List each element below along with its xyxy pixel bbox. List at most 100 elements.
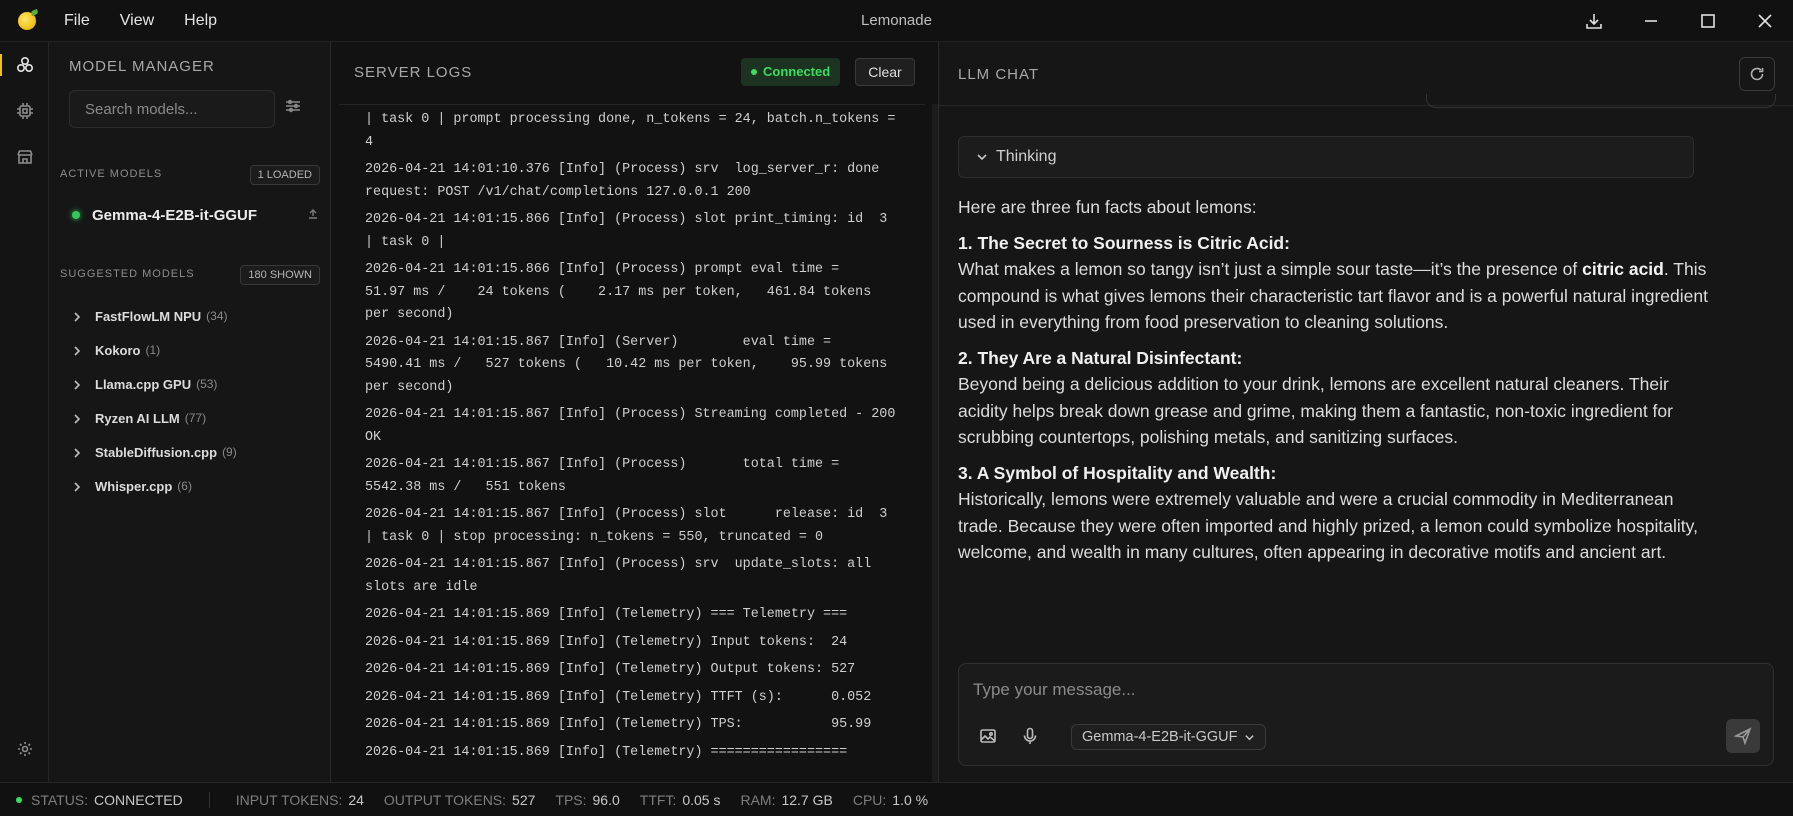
connected-dot [751, 69, 757, 75]
chip-icon [16, 103, 33, 119]
download-button[interactable] [1565, 0, 1622, 42]
chevron-right-icon [71, 344, 83, 356]
attach-image-button[interactable] [976, 724, 1000, 748]
model-manager-title: MODEL MANAGER [69, 58, 215, 75]
refresh-icon [1750, 67, 1764, 81]
message-composer: Gemma-4-E2B-it-GGUF [958, 663, 1774, 766]
server-logs-panel: SERVER LOGS Connected Clear | task 0 | p… [331, 42, 939, 782]
assistant-message: Here are three fun facts about lemons: 1… [958, 194, 1718, 575]
thinking-toggle[interactable]: Thinking [958, 136, 1694, 178]
maximize-button[interactable] [1679, 0, 1736, 42]
status-connection: STATUS: CONNECTED [31, 791, 183, 808]
send-button[interactable] [1726, 719, 1760, 753]
log-line: 2026-04-21 14:01:15.869 [Info] (Telemetr… [365, 689, 872, 705]
status-dot [16, 796, 22, 803]
lemon-logo-icon [18, 11, 36, 30]
category-name: Ryzen AI LLM [95, 410, 180, 426]
chat-title: LLM CHAT [958, 66, 1040, 83]
log-output[interactable]: | task 0 | prompt processing done, n_tok… [339, 104, 925, 782]
search-models-input[interactable] [69, 90, 275, 128]
log-line: 2026-04-21 14:01:15.867 [Info] (Process)… [365, 457, 872, 495]
chevron-right-icon [71, 446, 83, 458]
selected-model-label: Gemma-4-E2B-it-GGUF [1082, 729, 1238, 745]
category-name: Llama.cpp GPU [95, 376, 192, 392]
unload-model-button[interactable] [307, 207, 319, 225]
filter-icon [286, 99, 300, 113]
rail-store[interactable] [0, 134, 49, 180]
log-line: 2026-04-21 14:01:15.867 [Info] (Process)… [365, 407, 904, 445]
model-category-list: FastFlowLM NPU (34) Kokoro (1) Llama.cpp… [71, 299, 321, 503]
log-line: 2026-04-21 14:01:15.869 [Info] (Telemetr… [365, 717, 872, 732]
message-input[interactable] [973, 676, 1733, 704]
log-line: 2026-04-21 14:01:15.866 [Info] (Process)… [365, 212, 896, 250]
rail-settings[interactable] [0, 726, 49, 772]
category-ryzen-ai-llm[interactable]: Ryzen AI LLM (77) [71, 401, 321, 435]
rail-chip[interactable] [0, 88, 49, 134]
category-count: (53) [196, 377, 218, 391]
log-line: 2026-04-21 14:01:15.866 [Info] (Process)… [365, 262, 880, 322]
log-line: 2026-04-21 14:01:15.869 [Info] (Telemetr… [365, 607, 848, 622]
category-fastflowlm-npu[interactable]: FastFlowLM NPU (34) [71, 299, 321, 333]
status-divider [208, 791, 210, 808]
window-title: Lemonade [861, 12, 932, 29]
model-status-dot [72, 211, 80, 219]
menu-view[interactable]: View [120, 12, 154, 30]
category-name: Whisper.cpp [95, 478, 173, 494]
status-bar: STATUS: CONNECTED INPUT TOKENS: 24 OUTPU… [0, 782, 1793, 816]
close-button[interactable] [1736, 0, 1793, 42]
category-kokoro[interactable]: Kokoro (1) [71, 333, 321, 367]
image-icon [980, 729, 996, 743]
menu-help[interactable]: Help [184, 12, 217, 30]
category-whisper-cpp[interactable]: Whisper.cpp (6) [71, 469, 321, 503]
fact-body: Historically, lemons were extremely valu… [958, 489, 1698, 562]
title-bar: File View Help Lemonade [0, 0, 1793, 42]
activity-rail [0, 42, 49, 782]
chevron-right-icon [71, 480, 83, 492]
filter-button[interactable] [285, 98, 307, 120]
rail-models[interactable] [0, 42, 49, 88]
chevron-right-icon [71, 378, 83, 390]
category-count: (77) [184, 411, 207, 425]
models-icon [16, 56, 33, 73]
active-models-label: ACTIVE MODELS [60, 168, 163, 180]
category-name: StableDiffusion.cpp [95, 444, 218, 460]
model-manager-panel: MODEL MANAGER ACTIVE MODELS 1 LOADED Gem… [49, 42, 331, 782]
model-select-dropdown[interactable]: Gemma-4-E2B-it-GGUF [1071, 724, 1266, 750]
close-icon [1757, 14, 1772, 28]
fact-2: 2. They Are a Natural Disinfectant: Beyon… [958, 345, 1718, 451]
eject-icon [309, 209, 317, 219]
fact-body: Beyond being a delicious addition to you… [958, 374, 1673, 447]
store-icon [16, 150, 33, 164]
category-name: FastFlowLM NPU [95, 308, 202, 324]
status-ram: RAM: 12.7 GB [740, 791, 833, 808]
minimize-icon [1644, 20, 1657, 22]
window-controls [1565, 0, 1793, 42]
category-count: (6) [177, 479, 192, 493]
refresh-chat-button[interactable] [1739, 57, 1775, 91]
category-count: (34) [206, 309, 228, 323]
minimize-button[interactable] [1622, 0, 1679, 42]
menu-bar: File View Help [64, 12, 217, 30]
microphone-button[interactable] [1018, 724, 1042, 748]
loaded-count-badge: 1 LOADED [249, 165, 320, 185]
server-logs-title: SERVER LOGS [354, 64, 473, 81]
active-model-name: Gemma-4-E2B-it-GGUF [92, 206, 258, 224]
llm-chat-panel: LLM CHAT Thinking Here are three fun fac… [939, 42, 1793, 782]
fact-1: 1. The Secret to Sourness is Citric Acid… [958, 230, 1718, 336]
status-cpu: CPU: 1.0 % [852, 791, 929, 808]
download-icon [1585, 14, 1602, 29]
active-model-item[interactable]: Gemma-4-E2B-it-GGUF [69, 202, 319, 228]
category-count: (9) [222, 445, 237, 459]
fact-3: 3. A Symbol of Hospitality and Wealth: Hi… [958, 460, 1718, 566]
category-llama-cpp-gpu[interactable]: Llama.cpp GPU (53) [71, 367, 321, 401]
category-stablediffusion-cpp[interactable]: StableDiffusion.cpp (9) [71, 435, 321, 469]
clear-logs-button[interactable]: Clear [855, 58, 915, 86]
menu-file[interactable]: File [64, 12, 90, 30]
log-line: 2026-04-21 14:01:15.867 [Info] (Server) … [365, 334, 896, 395]
fact-heading: 2. They Are a Natural Disinfectant: [958, 347, 1243, 368]
chevron-right-icon [71, 310, 83, 322]
microphone-icon [1023, 727, 1037, 744]
thinking-label: Thinking [996, 148, 1057, 165]
log-line: 2026-04-21 14:01:15.867 [Info] (Process)… [365, 557, 880, 595]
log-scrollbar[interactable] [932, 104, 938, 782]
